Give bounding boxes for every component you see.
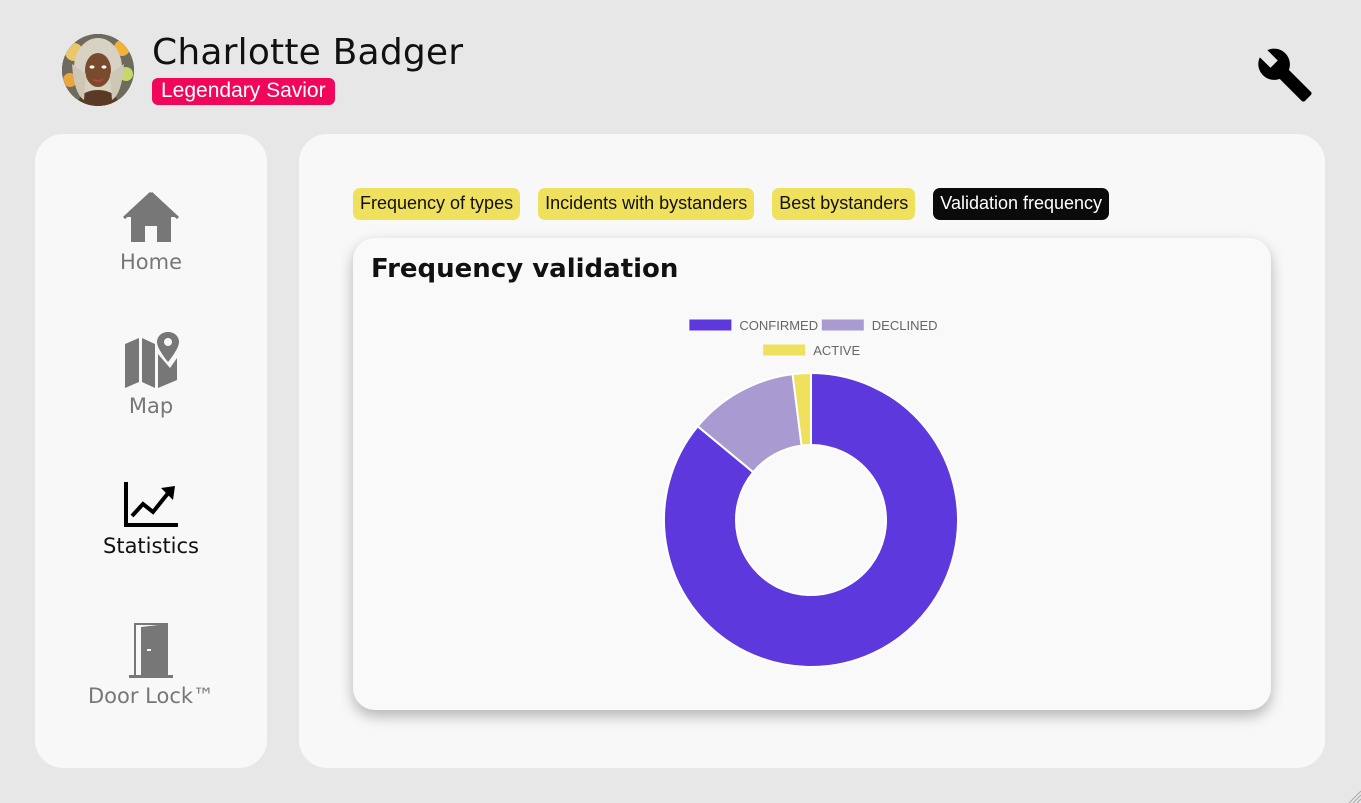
tab-frequency-of-types[interactable]: Frequency of types: [353, 188, 521, 220]
legend-label: CONFIRMED: [739, 318, 818, 333]
sidebar-item-label: Door Lock™: [87, 684, 215, 708]
chart-card: Frequency validation CONFIRMED DECLINED AC…: [353, 238, 1271, 710]
donut-chart: CONFIRMED DECLINED ACTIVE: [663, 318, 959, 668]
tab-incidents-with-bystanders[interactable]: Incidents with bystanders: [538, 188, 755, 220]
chart-line-icon: [124, 482, 178, 527]
sidebar-item-door-lock[interactable]: Door Lock™: [35, 622, 267, 708]
tab-best-bystanders[interactable]: Best bystanders: [772, 188, 916, 220]
user-rank-badge: Legendary Savior: [152, 78, 335, 105]
map-icon: [125, 332, 179, 388]
sidebar-item-map[interactable]: Map: [35, 332, 267, 418]
legend-swatch: [689, 319, 732, 331]
legend-item-confirmed[interactable]: CONFIRMED: [689, 318, 818, 333]
legend-item-declined[interactable]: DECLINED: [821, 318, 938, 333]
tab-validation-frequency[interactable]: Validation frequency: [933, 188, 1110, 220]
wrench-icon: [1258, 48, 1312, 102]
sidebar-item-label: Home: [119, 250, 182, 274]
avatar[interactable]: [62, 34, 134, 106]
legend-label: DECLINED: [872, 318, 938, 333]
legend-item-active[interactable]: ACTIVE: [763, 343, 860, 358]
user-name: Charlotte Badger: [152, 32, 464, 73]
main-panel: Frequency of types Incidents with bystan…: [299, 134, 1325, 768]
sidebar-item-label: Statistics: [103, 534, 199, 558]
legend-swatch: [763, 344, 806, 356]
sidebar-item-statistics[interactable]: Statistics: [35, 480, 267, 558]
legend-label: ACTIVE: [813, 343, 860, 358]
legend-swatch: [821, 319, 864, 331]
home-icon: [123, 191, 179, 242]
statistics-tabs: Frequency of types Incidents with bystan…: [353, 188, 1110, 220]
resize-grip[interactable]: [1347, 789, 1361, 803]
sidebar: Home Map Statistics Door Lock™: [35, 134, 267, 768]
sidebar-item-home[interactable]: Home: [35, 190, 267, 274]
sidebar-item-label: Map: [128, 394, 174, 418]
door-icon: [129, 623, 173, 678]
settings-button[interactable]: [1256, 46, 1314, 104]
